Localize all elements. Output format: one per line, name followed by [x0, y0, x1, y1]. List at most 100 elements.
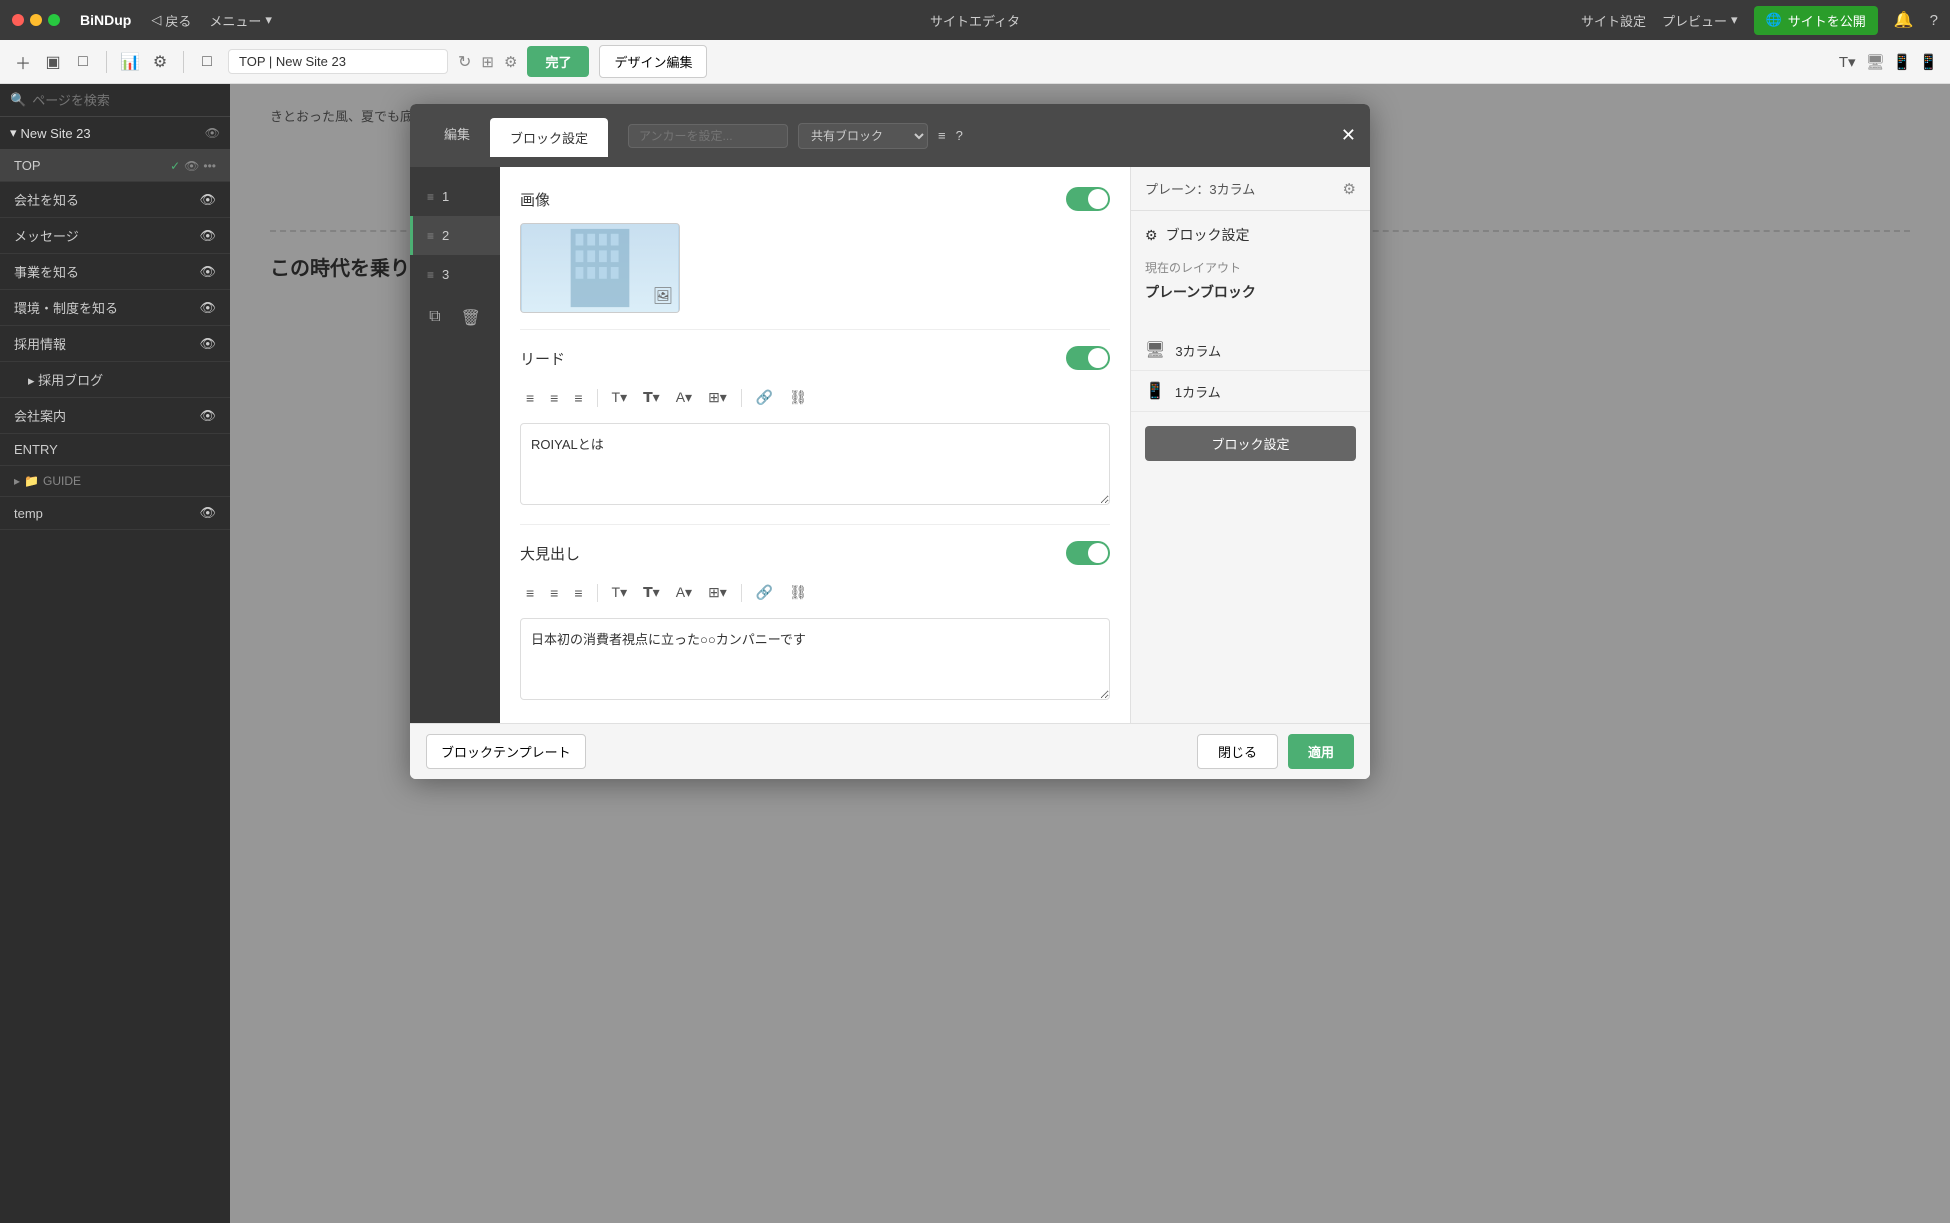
- lead-textarea[interactable]: [520, 423, 1110, 505]
- modal-help-icon[interactable]: ?: [956, 128, 963, 143]
- sidebar-item-about[interactable]: 会社案内 👁: [0, 398, 230, 434]
- tab-block-settings[interactable]: ブロック設定: [490, 118, 608, 157]
- right-panel-gear-icon[interactable]: ⚙: [1343, 180, 1356, 198]
- h-font-btn[interactable]: T▾: [606, 581, 634, 604]
- h-font-size-btn[interactable]: 𝗧▾: [637, 581, 666, 604]
- search-input[interactable]: [32, 93, 220, 108]
- h-align-right-btn[interactable]: ≡: [568, 582, 588, 604]
- page-icon[interactable]: □: [72, 51, 94, 73]
- back-button[interactable]: ◁ 戻る: [151, 11, 191, 30]
- sidebar-item-business[interactable]: 事業を知る 👁: [0, 254, 230, 290]
- layout-option-3col[interactable]: 🖥 3カラム: [1131, 330, 1370, 371]
- help-button[interactable]: ?: [1930, 12, 1938, 29]
- more-options-icon[interactable]: ≡: [938, 128, 946, 143]
- sidebar-item-temp[interactable]: temp 👁: [0, 497, 230, 530]
- mobile-icon[interactable]: 📱: [1919, 53, 1938, 71]
- unlink-btn[interactable]: ⛓: [783, 386, 813, 409]
- chart-icon[interactable]: 📊: [119, 51, 141, 73]
- menu-button[interactable]: メニュー ▾: [209, 11, 272, 30]
- sidebar-item-blog[interactable]: ▸ 採用ブログ: [0, 362, 230, 398]
- eye-icon-company[interactable]: 👁: [199, 192, 216, 208]
- image-preview[interactable]: 🖼: [520, 223, 680, 313]
- eye-icon-business[interactable]: 👁: [199, 264, 216, 280]
- lead-toggle[interactable]: [1066, 346, 1110, 370]
- nav-label-env: 環境・制度を知る: [14, 298, 118, 317]
- close-btn-window[interactable]: [12, 14, 24, 26]
- image-edit-icon[interactable]: 🖼: [653, 286, 673, 306]
- copy-block-icon[interactable]: ⧉: [429, 308, 440, 328]
- add-block-icon[interactable]: ＋: [12, 51, 34, 73]
- design-edit-button[interactable]: デザイン編集: [599, 45, 707, 78]
- heading-toggle[interactable]: [1066, 541, 1110, 565]
- layout-tb-btn[interactable]: ⊞▾: [702, 386, 733, 409]
- layout-option-1col[interactable]: 📱 1カラム: [1131, 371, 1370, 412]
- align-center-btn[interactable]: ≡: [544, 387, 564, 409]
- settings-icon[interactable]: ⚙: [149, 51, 171, 73]
- minimize-btn-window[interactable]: [30, 14, 42, 26]
- block-item-1[interactable]: ≡ 1: [410, 177, 500, 216]
- tablet-icon[interactable]: 📱: [1893, 53, 1912, 71]
- h-color-btn[interactable]: A▾: [670, 581, 698, 604]
- h-unlink-btn[interactable]: ⛓: [783, 581, 813, 604]
- breadcrumb-input[interactable]: [228, 49, 448, 74]
- delete-block-icon[interactable]: 🗑: [461, 308, 481, 328]
- eye-icon-recruit[interactable]: 👁: [199, 336, 216, 352]
- lead-toolbar: ≡ ≡ ≡ T▾ 𝗧▾ A▾ ⊞▾ 🔗 ⛓: [520, 382, 1110, 413]
- layout-icon[interactable]: ▣: [42, 51, 64, 73]
- preview-button[interactable]: プレビュー ▾: [1662, 11, 1738, 30]
- sidebar-item-guide[interactable]: ▸ 📁 GUIDE: [0, 466, 230, 497]
- font-size-btn[interactable]: 𝗧▾: [637, 386, 666, 409]
- anchor-input[interactable]: [628, 124, 788, 148]
- shared-block-select[interactable]: 共有ブロック: [798, 123, 928, 149]
- sidebar-item-entry[interactable]: ENTRY: [0, 434, 230, 466]
- grid-button[interactable]: ⊞: [481, 53, 494, 71]
- refresh-button[interactable]: ↻: [458, 52, 471, 72]
- modal-close-button[interactable]: ✕: [1341, 125, 1356, 146]
- done-button[interactable]: 完了: [527, 46, 589, 77]
- block-item-2[interactable]: ≡ 2: [410, 216, 500, 255]
- eye-icon-env[interactable]: 👁: [199, 300, 216, 316]
- h-align-left-btn[interactable]: ≡: [520, 582, 540, 604]
- nav-label-top: TOP: [14, 158, 41, 173]
- link-btn[interactable]: 🔗: [750, 386, 779, 409]
- tab-edit[interactable]: 編集: [424, 114, 490, 157]
- h-link-btn[interactable]: 🔗: [750, 581, 779, 604]
- eye-icon-message[interactable]: 👁: [199, 228, 216, 244]
- block-item-3[interactable]: ≡ 3: [410, 255, 500, 294]
- sidebar-item-top[interactable]: TOP ✓ 👁 •••: [0, 150, 230, 182]
- site-eye-icon[interactable]: 👁: [205, 126, 220, 140]
- heading-textarea[interactable]: [520, 618, 1110, 700]
- layout-name: プレーンブロック: [1145, 282, 1356, 302]
- site-settings-button[interactable]: サイト設定: [1581, 11, 1646, 30]
- more-icon-top[interactable]: •••: [203, 159, 216, 173]
- eye-icon-temp[interactable]: 👁: [199, 505, 216, 521]
- modal-body: ≡ 1 ≡ 2 ≡ 3 ⧉ 🗑: [410, 167, 1370, 723]
- nav-label-temp: temp: [14, 506, 43, 521]
- desktop-icon[interactable]: 🖥: [1866, 53, 1885, 71]
- sidebar-item-message[interactable]: メッセージ 👁: [0, 218, 230, 254]
- close-modal-button[interactable]: 閉じる: [1197, 734, 1278, 769]
- text-tool-icon[interactable]: T▾: [1839, 53, 1856, 71]
- publish-button[interactable]: 🌐 サイトを公開: [1754, 6, 1878, 35]
- notification-icon[interactable]: 🔔: [1894, 10, 1914, 30]
- settings-btn2[interactable]: ⚙: [504, 53, 517, 71]
- eye-icon-top[interactable]: 👁: [184, 159, 199, 173]
- sidebar-item-recruit[interactable]: 採用情報 👁: [0, 326, 230, 362]
- block-settings-button[interactable]: ブロック設定: [1145, 426, 1356, 461]
- view-icon[interactable]: □: [196, 51, 218, 73]
- align-right-btn[interactable]: ≡: [568, 387, 588, 409]
- align-left-btn[interactable]: ≡: [520, 387, 540, 409]
- sidebar-item-env[interactable]: 環境・制度を知る 👁: [0, 290, 230, 326]
- image-toggle[interactable]: [1066, 187, 1110, 211]
- template-button[interactable]: ブロックテンプレート: [426, 734, 586, 769]
- nav-label-company: 会社を知る: [14, 190, 79, 209]
- font-btn[interactable]: T▾: [606, 386, 634, 409]
- h-layout-tb-btn[interactable]: ⊞▾: [702, 581, 733, 604]
- sidebar-item-company[interactable]: 会社を知る 👁: [0, 182, 230, 218]
- h-align-center-btn[interactable]: ≡: [544, 582, 564, 604]
- eye-icon-about[interactable]: 👁: [199, 408, 216, 424]
- maximize-btn-window[interactable]: [48, 14, 60, 26]
- apply-button[interactable]: 適用: [1288, 734, 1354, 769]
- heading-section-header: 大見出し: [520, 541, 1110, 565]
- color-btn[interactable]: A▾: [670, 386, 698, 409]
